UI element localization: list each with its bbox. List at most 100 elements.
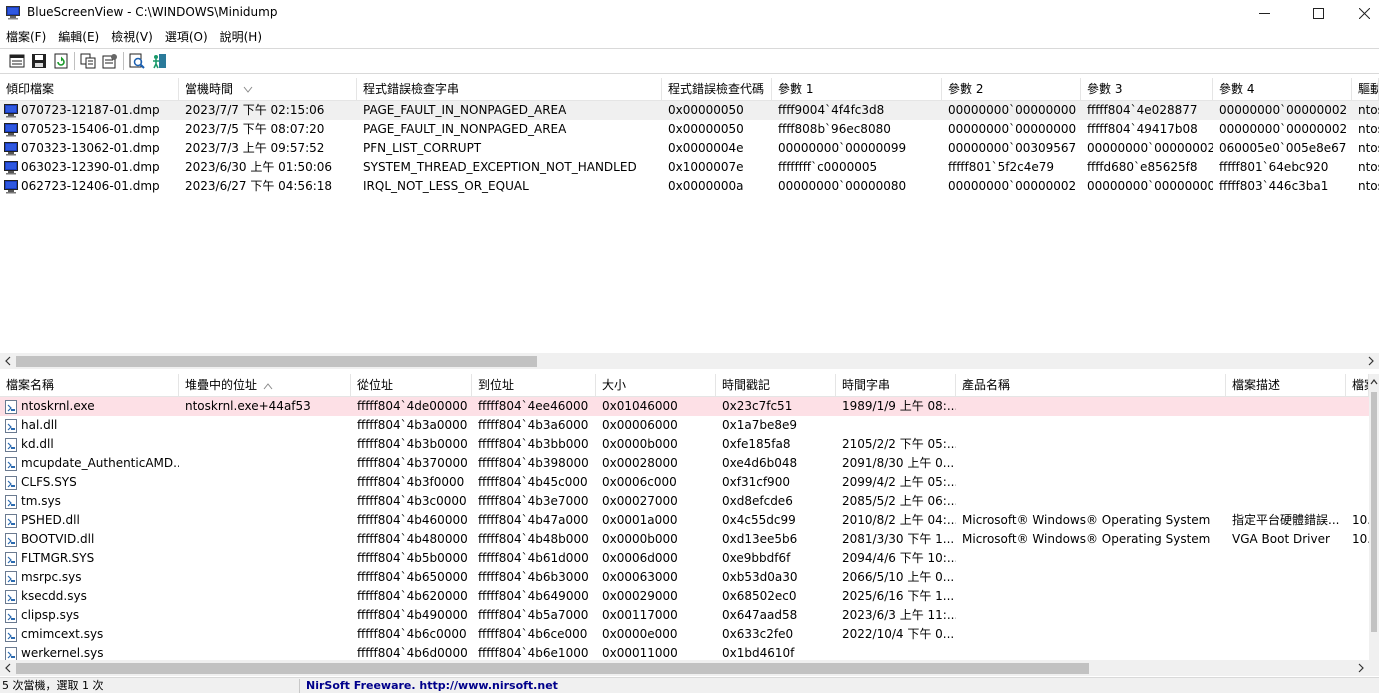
menu-edit[interactable]: 編輯(E) <box>52 27 105 47</box>
cell-bug-check-string: SYSTEM_THREAD_EXCEPTION_NOT_HANDLED <box>363 160 637 174</box>
column-dump-file[interactable]: 傾印檔案 <box>0 78 179 101</box>
scroll-left-icon[interactable] <box>3 663 13 673</box>
driver-list-hscrollbar[interactable] <box>0 660 1379 676</box>
driver-row[interactable]: PSHED.dll fffff804`4b460000 fffff804`4b47a… <box>0 511 1369 530</box>
cell-file-description <box>1226 587 1346 606</box>
properties-button[interactable] <box>99 50 121 72</box>
column-file-version[interactable]: 檔案 <box>1346 374 1369 397</box>
column-time-stamp[interactable]: 時間戳記 <box>716 374 836 397</box>
driver-row[interactable]: clipsp.sys fffff804`4b490000 fffff804`4b5a… <box>0 606 1369 625</box>
driver-row[interactable]: CLFS.SYS fffff804`4b3f0000 fffff804`4b45c0… <box>0 473 1369 492</box>
driver-row[interactable]: mcupdate_AuthenticAMD... fffff804`4b37000… <box>0 454 1369 473</box>
column-bug-check-string[interactable]: 程式錯誤檢查字串 <box>357 78 662 101</box>
driver-list-hscroll-thumb[interactable] <box>16 663 1089 674</box>
cell-filename: ntoskrnl.exe <box>0 397 179 416</box>
crash-row[interactable]: 062723-12406-01.dmp 2023/6/27 下午 04:56:18… <box>0 177 1379 196</box>
driver-row[interactable]: werkernel.sys fffff804`4b6d0000 fffff804`4… <box>0 644 1369 660</box>
minimize-button[interactable] <box>1241 0 1287 26</box>
cell-time-stamp: 0xe4d6b048 <box>722 456 798 470</box>
driver-list-vscroll-thumb[interactable] <box>1371 392 1377 632</box>
menu-help[interactable]: 說明(H) <box>214 27 268 47</box>
crash-row[interactable]: 063023-12390-01.dmp 2023/6/30 上午 01:50:06… <box>0 158 1379 177</box>
cell-file-description <box>1226 454 1346 473</box>
nirsoft-link-text[interactable]: NirSoft Freeware. http://www.nirsoft.net <box>306 679 558 692</box>
cell-file-version <box>1346 606 1369 625</box>
column-time-string[interactable]: 時間字串 <box>836 374 956 397</box>
maximize-button[interactable] <box>1295 0 1341 26</box>
column-parameter-1[interactable]: 參數 1 <box>772 78 942 101</box>
scroll-right-icon[interactable] <box>1366 356 1376 366</box>
column-parameter-2[interactable]: 參數 2 <box>942 78 1081 101</box>
driver-list-rows: ntoskrnl.exe ntoskrnl.exe+44af53 fffff804`… <box>0 397 1369 660</box>
cell-file-version <box>1346 473 1369 492</box>
cell-size: 0x00011000 <box>602 646 678 660</box>
cell-filename: FLTMGR.SYS <box>0 549 179 568</box>
driver-row[interactable]: tm.sys fffff804`4b3c0000 fffff804`4b3e7000… <box>0 492 1369 511</box>
cell-time-string: 2091/8/30 上午 0... <box>842 456 955 470</box>
driver-file-icon <box>5 551 17 566</box>
cell-address-in-stack <box>179 606 351 625</box>
cell-time-stamp: 0xd8efcde6 <box>722 494 793 508</box>
column-to-address[interactable]: 到位址 <box>472 374 596 397</box>
column-crash-time[interactable]: 當機時間 <box>179 78 357 101</box>
crash-list[interactable]: 傾印檔案 當機時間 程式錯誤檢查字串 程式錯誤檢查代碼 參數 1 參數 2 參數… <box>0 78 1379 354</box>
driver-row[interactable]: cmimcext.sys fffff804`4b6c0000 fffff804`4b… <box>0 625 1369 644</box>
dump-file-icon <box>4 122 18 136</box>
cell-time-stamp: 0x647aad58 <box>722 608 798 622</box>
column-product-name[interactable]: 產品名稱 <box>956 374 1226 397</box>
driver-row[interactable]: msrpc.sys fffff804`4b650000 fffff804`4b6b3… <box>0 568 1369 587</box>
crash-row[interactable]: 070723-12187-01.dmp 2023/7/7 下午 02:15:06 P… <box>0 101 1379 120</box>
cell-from-address: fffff804`4b650000 <box>357 570 468 584</box>
crash-list-hscroll-thumb[interactable] <box>16 356 537 367</box>
driver-file-icon <box>5 532 17 547</box>
cell-dump-file: 070723-12187-01.dmp <box>0 101 179 120</box>
toolbar <box>0 48 1379 74</box>
driver-row[interactable]: ntoskrnl.exe ntoskrnl.exe+44af53 fffff804`… <box>0 397 1369 416</box>
cell-product-name: Microsoft® Windows® Operating System <box>962 532 1211 546</box>
column-from-address[interactable]: 從位址 <box>351 374 472 397</box>
cell-dump-file-text: 070723-12187-01.dmp <box>21 103 160 117</box>
column-parameter-4[interactable]: 參數 4 <box>1213 78 1352 101</box>
crash-row[interactable]: 070323-13062-01.dmp 2023/7/3 上午 09:57:52 P… <box>0 139 1379 158</box>
cell-time-string: 2066/5/10 上午 0... <box>842 570 955 584</box>
save-icon <box>32 54 46 68</box>
sort-ascending-icon <box>263 383 273 390</box>
cell-product-name <box>956 625 1226 644</box>
find-button[interactable] <box>126 50 148 72</box>
exit-button[interactable] <box>148 50 170 72</box>
column-address-in-stack[interactable]: 堆疊中的位址 <box>179 374 351 397</box>
driver-list-vscrollbar[interactable] <box>1369 374 1379 660</box>
driver-list[interactable]: 檔案名稱 堆疊中的位址 從位址 到位址 大小 時間戳記 時間字串 產品名稱 檔案… <box>0 374 1379 660</box>
driver-row[interactable]: BOOTVID.dll fffff804`4b480000 fffff804`4b4… <box>0 530 1369 549</box>
scroll-up-icon[interactable] <box>1370 378 1378 386</box>
menu-file[interactable]: 檔案(F) <box>0 27 52 47</box>
nirsoft-link[interactable]: NirSoft Freeware. http://www.nirsoft.net <box>306 679 558 693</box>
column-size[interactable]: 大小 <box>596 374 716 397</box>
column-driver[interactable]: 驅動 <box>1352 78 1379 101</box>
crash-list-hscrollbar[interactable] <box>0 353 1379 369</box>
cell-parameter-1: 00000000`00000099 <box>778 141 907 155</box>
save-button[interactable] <box>28 50 50 72</box>
driver-row[interactable]: ksecdd.sys fffff804`4b620000 fffff804`4b64… <box>0 587 1369 606</box>
menu-view[interactable]: 檢視(V) <box>105 27 159 47</box>
column-parameter-3[interactable]: 參數 3 <box>1081 78 1213 101</box>
menu-options[interactable]: 選項(O) <box>159 27 214 47</box>
crash-list-header: 傾印檔案 當機時間 程式錯誤檢查字串 程式錯誤檢查代碼 參數 1 參數 2 參數… <box>0 78 1379 101</box>
close-button[interactable] <box>1341 0 1379 26</box>
refresh-button[interactable] <box>50 50 72 72</box>
cell-file-version <box>1346 397 1369 416</box>
html-report-button[interactable] <box>6 50 28 72</box>
copy-button[interactable] <box>77 50 99 72</box>
cell-time-string: 2023/6/3 上午 11:... <box>842 608 956 622</box>
scroll-left-icon[interactable] <box>3 356 13 366</box>
column-file-description[interactable]: 檔案描述 <box>1226 374 1346 397</box>
driver-row[interactable]: FLTMGR.SYS fffff804`4b5b0000 fffff804`4b61… <box>0 549 1369 568</box>
scroll-right-icon[interactable] <box>1356 663 1366 673</box>
crash-row[interactable]: 070523-15406-01.dmp 2023/7/5 下午 08:07:20 P… <box>0 120 1379 139</box>
column-bug-check-code[interactable]: 程式錯誤檢查代碼 <box>662 78 772 101</box>
cell-time-string <box>836 416 956 435</box>
column-filename[interactable]: 檔案名稱 <box>0 374 179 397</box>
cell-parameter-3: fffff804`49417b08 <box>1087 122 1198 136</box>
driver-row[interactable]: hal.dll fffff804`4b3a0000 fffff804`4b3a600… <box>0 416 1369 435</box>
driver-row[interactable]: kd.dll fffff804`4b3b0000 fffff804`4b3bb000… <box>0 435 1369 454</box>
